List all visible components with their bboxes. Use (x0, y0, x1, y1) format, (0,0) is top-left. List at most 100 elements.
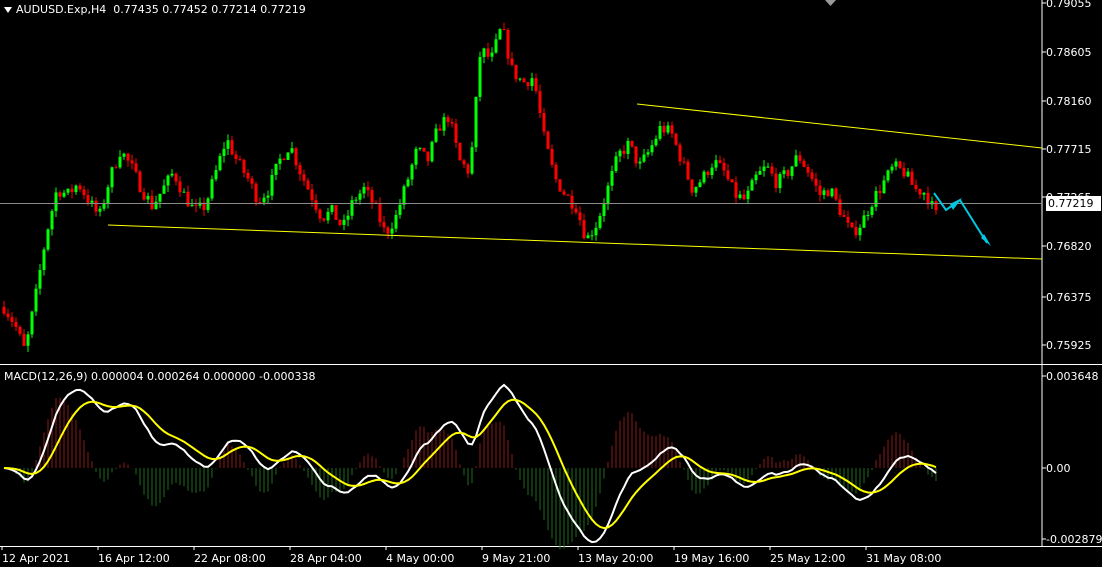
candle-body (318, 209, 322, 219)
candle-body (514, 64, 518, 80)
candle-body (306, 180, 310, 190)
macd-axis-label: -0.002879 (1046, 533, 1102, 546)
candle-body (110, 167, 114, 188)
candle-body (342, 219, 346, 225)
candle-body (578, 212, 582, 221)
candle-body (586, 235, 590, 239)
candle-body (470, 147, 474, 174)
dropdown-triangle-icon[interactable] (4, 7, 12, 13)
candle-body (178, 181, 182, 193)
candle-body (790, 166, 794, 176)
candle-body (54, 192, 58, 212)
candle-body (538, 91, 542, 114)
chart-shift-marker-icon[interactable] (825, 0, 836, 6)
candle-body (654, 138, 658, 146)
candle-body (706, 171, 710, 176)
candle-body (358, 193, 362, 200)
candle-body (478, 57, 482, 97)
candle-body (562, 191, 566, 195)
candle-body (898, 161, 902, 168)
time-axis-label: 13 May 20:00 (578, 552, 653, 565)
candle-body (6, 313, 10, 318)
candle-body (622, 150, 626, 154)
price-axis-label: 0.78160 (1046, 95, 1092, 108)
candle-body (34, 288, 38, 312)
candle-body (138, 171, 142, 193)
candle-body (686, 161, 690, 180)
candle-body (758, 171, 762, 175)
candle-body (390, 228, 394, 234)
candle-body (866, 214, 870, 216)
candle-body (846, 216, 850, 223)
candle-body (626, 140, 630, 154)
candle-body (834, 188, 838, 200)
candle-body (238, 158, 242, 160)
candle-body (290, 148, 294, 153)
candle-body (862, 215, 866, 228)
lower-trendline[interactable] (107, 224, 1043, 260)
time-axis-label: 4 May 00:00 (386, 552, 454, 565)
time-axis-label: 19 May 16:00 (674, 552, 749, 565)
candle-body (438, 128, 442, 131)
candle-body (74, 185, 78, 193)
candle-body (858, 227, 862, 236)
price-chart[interactable]: 0.790550.786050.781600.777150.772650.768… (0, 0, 1102, 567)
candle-body (170, 173, 174, 176)
candle-body (934, 201, 938, 211)
candle-body (490, 52, 494, 57)
symbol-header: AUDUSD.Exp,H4 0.77435 0.77452 0.77214 0.… (4, 3, 306, 16)
candle-body (242, 159, 246, 173)
candle-body (18, 326, 22, 334)
candle-body (22, 333, 26, 346)
candle-body (166, 175, 170, 186)
candle-body (482, 48, 486, 58)
candle-body (582, 220, 586, 239)
candle-body (870, 206, 874, 215)
upper-trendline[interactable] (636, 103, 1043, 149)
candle-body (210, 179, 214, 199)
candle-body (738, 194, 742, 198)
price-axis-label: 0.76820 (1046, 240, 1092, 253)
candle-body (450, 122, 454, 124)
forecast-arrow-path[interactable] (933, 192, 988, 244)
candle-body (326, 211, 330, 221)
candle-body (142, 192, 146, 200)
candle-body (826, 190, 830, 197)
macd-axis-label: 0.00 (1046, 462, 1071, 475)
candle-body (410, 164, 414, 180)
candle-body (278, 158, 282, 164)
candle-body (754, 174, 758, 181)
candle-body (642, 154, 646, 162)
candle-body (882, 180, 886, 193)
candle-body (902, 167, 906, 177)
candle-body (770, 166, 774, 174)
candle-body (30, 311, 34, 335)
candle-body (66, 188, 70, 193)
candle-body (774, 173, 778, 189)
candle-body (226, 140, 230, 149)
candle-body (174, 173, 178, 182)
price-axis-label: 0.75925 (1046, 339, 1092, 352)
candle-body (422, 147, 426, 152)
candle-body (634, 146, 638, 164)
candle-body (638, 161, 642, 164)
macd-axis-label: 0.003648 (1046, 370, 1099, 383)
candle-body (158, 193, 162, 202)
candle-body (254, 183, 258, 203)
candle-body (462, 160, 466, 165)
candle-body (822, 190, 826, 195)
candle-body (766, 166, 770, 168)
candle-body (214, 170, 218, 180)
candle-body (218, 155, 222, 171)
candle-body (830, 188, 834, 197)
candle-body (506, 29, 510, 59)
candle-body (662, 126, 666, 133)
candle-body (750, 180, 754, 191)
candle-body (802, 160, 806, 167)
candle-body (818, 185, 822, 195)
candle-body (606, 185, 610, 205)
candle-body (690, 179, 694, 193)
candle-body (894, 161, 898, 167)
candle-body (90, 200, 94, 203)
candle-body (906, 171, 910, 177)
